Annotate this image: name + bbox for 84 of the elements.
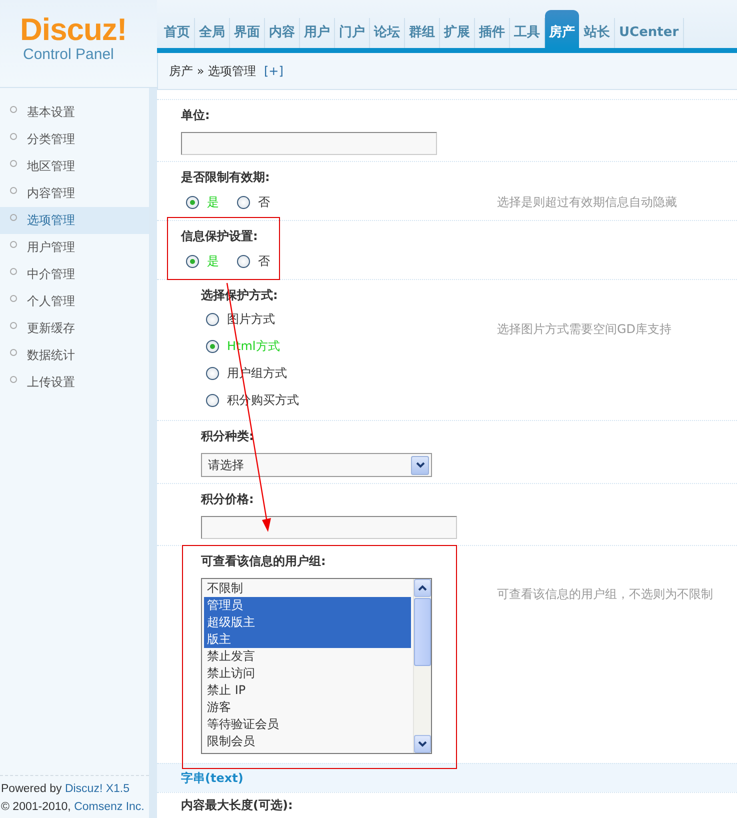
- logo: Discuz!: [20, 14, 127, 46]
- list-option[interactable]: 等待验证会员: [204, 716, 411, 733]
- radio-label: 是: [207, 194, 219, 211]
- sidebar-item[interactable]: 更新缓存: [0, 315, 149, 342]
- radio-button[interactable]: [237, 196, 250, 209]
- radio-label: 否: [258, 253, 270, 270]
- list-option[interactable]: 超级版主: [204, 614, 411, 631]
- bullet-icon: [10, 295, 17, 302]
- field-label: 内容最大长度(可选):: [181, 797, 293, 813]
- bullet-icon: [10, 241, 17, 248]
- list-option[interactable]: 游客: [204, 699, 411, 716]
- listbox[interactable]: 不限制 管理员 超级版主 版主 禁止发言 禁止访问 禁止 IP 游客 等待验证会员 限制会员: [201, 578, 432, 754]
- scroll-up-icon[interactable]: [414, 579, 431, 597]
- sidebar-item[interactable]: 个人管理: [0, 288, 149, 315]
- field-label: 单位:: [181, 107, 211, 123]
- scroll-thumb[interactable]: [414, 598, 431, 666]
- sidebar-item[interactable]: 数据统计: [0, 342, 149, 369]
- list-option[interactable]: 禁止访问: [204, 665, 411, 682]
- bullet-icon: [10, 214, 17, 221]
- radio-button[interactable]: [186, 196, 199, 209]
- sidebar-item[interactable]: 上传设置: [0, 369, 149, 396]
- bullet-icon: [10, 133, 17, 140]
- nav-tab[interactable]: 内容: [265, 18, 300, 48]
- footer-link[interactable]: Comsenz Inc.: [74, 801, 144, 813]
- bullet-icon: [10, 106, 17, 113]
- sidebar-item[interactable]: 内容管理: [0, 180, 149, 207]
- field-label: 积分价格:: [201, 491, 255, 507]
- hint-text: 选择图片方式需要空间GD库支持: [497, 321, 672, 338]
- section-header: 字串(text): [157, 763, 737, 792]
- sidebar-item[interactable]: 地区管理: [0, 153, 149, 180]
- sidebar-item[interactable]: 中介管理: [0, 261, 149, 288]
- hint-text: 选择是则超过有效期信息自动隐藏: [497, 194, 677, 211]
- radio-button[interactable]: [206, 394, 219, 407]
- nav-tab[interactable]: 界面: [230, 18, 265, 48]
- hint-text: 可查看该信息的用户组，不选则为不限制: [497, 586, 713, 603]
- field-label: 是否限制有效期:: [181, 169, 270, 185]
- list-option[interactable]: 不限制: [204, 580, 411, 597]
- nav-tab[interactable]: 门户: [335, 18, 370, 48]
- nav-tab[interactable]: UCenter: [615, 18, 684, 48]
- nav-tab[interactable]: 论坛: [370, 18, 405, 48]
- field-label: 可查看该信息的用户组:: [201, 553, 327, 569]
- nav-tab[interactable]: 全局: [195, 18, 230, 48]
- bullet-icon: [10, 376, 17, 383]
- footer-text: © 2001-2010, Comsenz Inc.: [0, 800, 146, 815]
- list-option[interactable]: 限制会员: [204, 733, 411, 750]
- list-option[interactable]: 禁止发言: [204, 648, 411, 665]
- field-label: 信息保护设置:: [181, 228, 259, 244]
- input-field[interactable]: [201, 516, 457, 539]
- list-option[interactable]: 管理员: [204, 597, 411, 614]
- sidebar-item[interactable]: 选项管理: [0, 207, 149, 234]
- nav-tab[interactable]: 插件: [475, 18, 510, 48]
- nav-tab[interactable]: 群组: [405, 18, 440, 48]
- dropdown[interactable]: 请选择: [201, 453, 432, 477]
- nav-tab[interactable]: 用户: [300, 18, 335, 48]
- radio-button[interactable]: [186, 255, 199, 268]
- radio-label: 否: [258, 194, 270, 211]
- nav-tab[interactable]: 扩展: [440, 18, 475, 48]
- nav-tab[interactable]: 首页: [160, 18, 195, 48]
- bullet-icon: [10, 268, 17, 275]
- sidebar-item[interactable]: 用户管理: [0, 234, 149, 261]
- nav-tab[interactable]: 房产: [545, 10, 579, 48]
- radio-label: 是: [207, 253, 219, 270]
- nav-tab[interactable]: 站长: [580, 18, 615, 48]
- scrollbar[interactable]: [413, 579, 431, 753]
- list-option[interactable]: 禁止 IP: [204, 682, 411, 699]
- radio-button[interactable]: [206, 340, 219, 353]
- bullet-icon: [10, 322, 17, 329]
- bullet-icon: [10, 187, 17, 194]
- scroll-down-icon[interactable]: [414, 735, 431, 753]
- breadcrumb-text: 房产 » 选项管理: [169, 62, 256, 80]
- chevron-down-icon: [411, 456, 429, 474]
- footer-link[interactable]: Discuz! X1.5: [64, 783, 130, 795]
- bullet-icon: [10, 349, 17, 356]
- sidebar-item[interactable]: 分类管理: [0, 126, 149, 153]
- bullet-icon: [10, 160, 17, 167]
- radio-button[interactable]: [237, 255, 250, 268]
- logo-subtitle: Control Panel: [23, 46, 114, 64]
- list-option[interactable]: 版主: [204, 631, 411, 648]
- sidebar-item[interactable]: 基本设置: [0, 99, 149, 126]
- input-field[interactable]: [181, 132, 437, 155]
- add-link[interactable]: [+]: [264, 64, 284, 78]
- radio-button[interactable]: [206, 367, 219, 380]
- radio-button[interactable]: [206, 313, 219, 326]
- footer-text: Powered by Discuz! X1.5: [0, 782, 130, 797]
